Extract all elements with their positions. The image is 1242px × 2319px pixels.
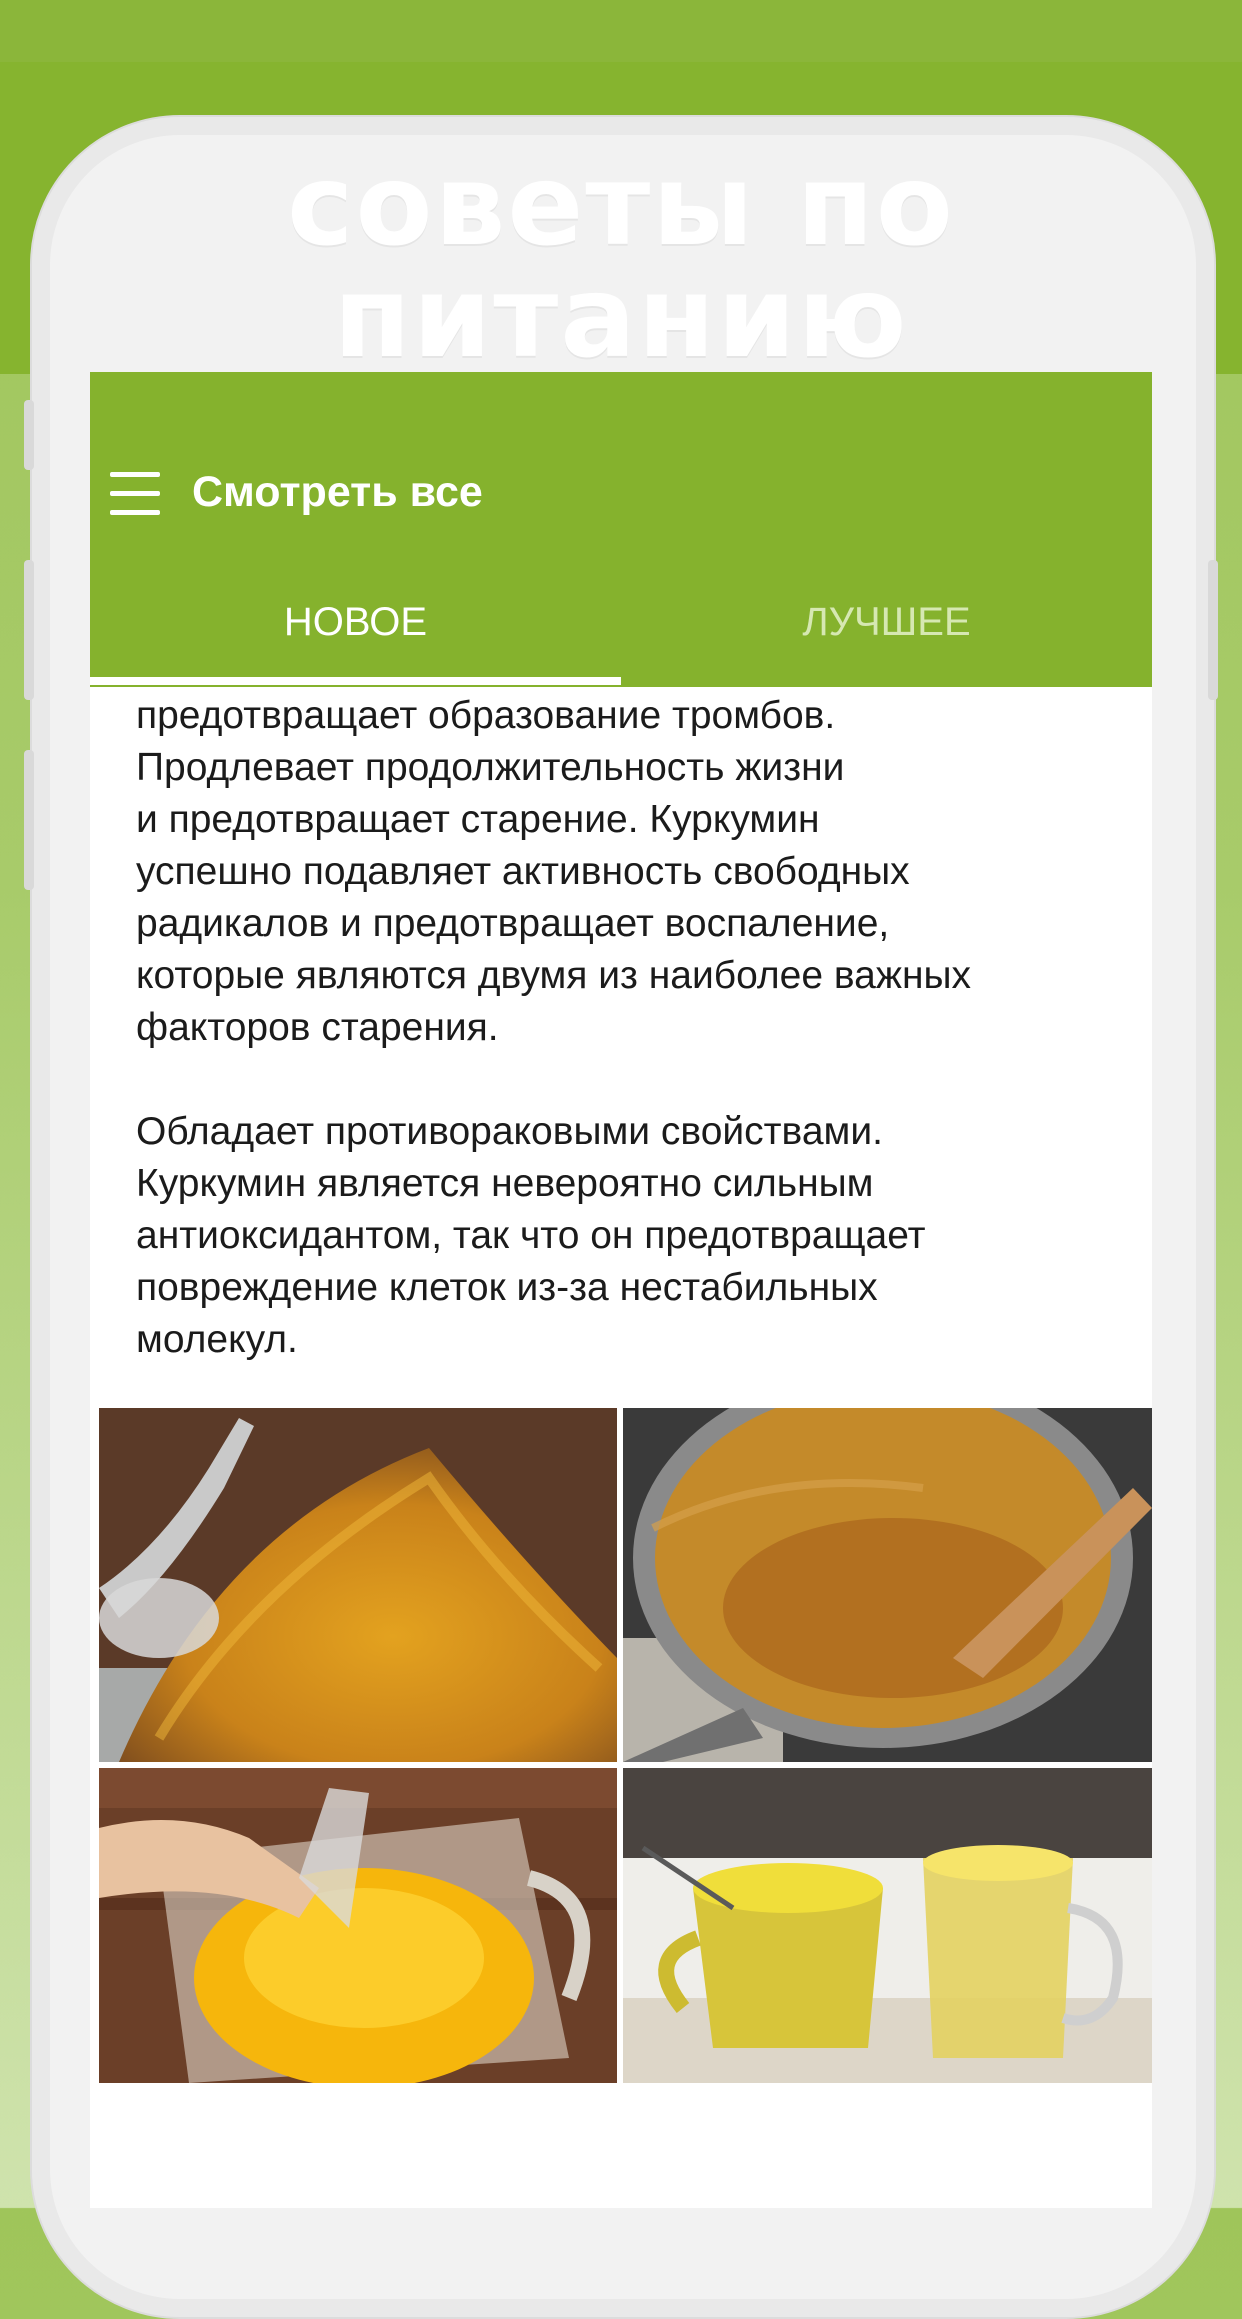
hamburger-menu-icon[interactable] bbox=[110, 472, 160, 516]
tab-best-label: ЛУЧШЕЕ bbox=[802, 600, 971, 644]
golden-milk-measuring-cup-photo bbox=[99, 1768, 617, 2083]
app-screen: Смотреть все НОВОЕ ЛУЧШЕЕ предотвращает … bbox=[90, 372, 1152, 2208]
promo-headline: советы по питанию bbox=[287, 141, 955, 383]
tab-new[interactable]: НОВОЕ bbox=[90, 592, 621, 687]
phone-side-button bbox=[24, 400, 34, 470]
phone-power-button bbox=[1208, 560, 1218, 700]
turmeric-photo-collage bbox=[99, 1408, 1152, 2083]
tab-selected-indicator bbox=[90, 677, 621, 685]
tab-new-label: НОВОЕ bbox=[283, 600, 428, 644]
tab-best[interactable]: ЛУЧШЕЕ bbox=[621, 592, 1152, 687]
article-paragraph: Обладает противораковыми свойствами. Кур… bbox=[136, 1110, 926, 1361]
phone-volume-up-button bbox=[24, 560, 34, 700]
status-strip bbox=[0, 0, 1242, 62]
app-bar-title: Смотреть все bbox=[192, 468, 483, 516]
phone-volume-down-button bbox=[24, 750, 34, 890]
turmeric-powder-photo bbox=[99, 1408, 617, 1762]
turmeric-paste-pan-photo bbox=[623, 1408, 1152, 1762]
golden-milk-cups-photo bbox=[623, 1768, 1152, 2083]
article-body: предотвращает образование тромбов. Продл… bbox=[136, 690, 1136, 1418]
article-paragraph: предотвращает образование тромбов. Продл… bbox=[136, 694, 972, 1049]
app-bar: Смотреть все НОВОЕ ЛУЧШЕЕ bbox=[90, 372, 1152, 687]
